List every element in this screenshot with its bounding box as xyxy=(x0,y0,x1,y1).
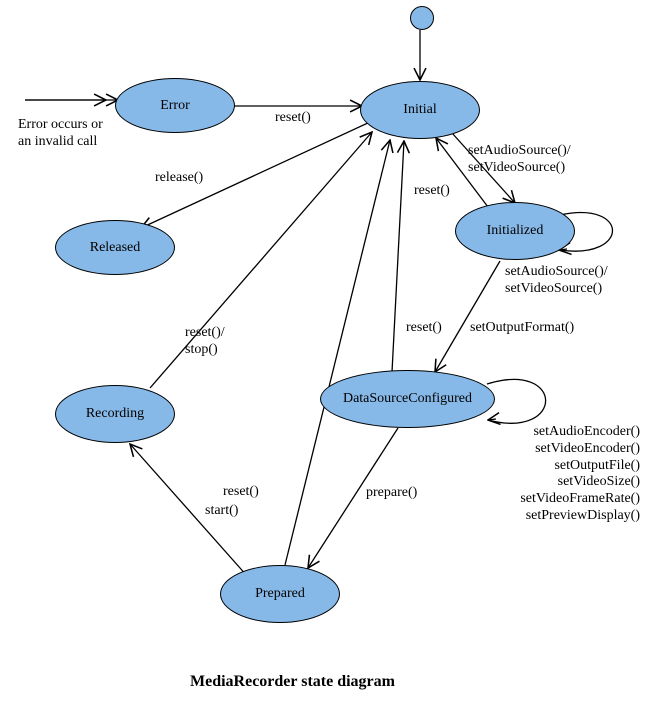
state-prepared: Prepared xyxy=(220,565,340,623)
label-start: start() xyxy=(205,503,238,520)
label-setsource-l2: setVideoSource() xyxy=(468,160,565,175)
state-initial-label: Initial xyxy=(403,102,436,118)
state-error: Error xyxy=(115,78,235,133)
label-ds-self-l5: setVideoFrameRate() xyxy=(520,491,640,506)
label-setsource-l1: setAudioSource()/ xyxy=(468,143,571,158)
diagram-title: MediaRecorder state diagram xyxy=(190,673,395,691)
label-release: release() xyxy=(155,170,203,187)
state-datasource-label: DataSourceConfigured xyxy=(343,391,472,407)
label-reset-stop: reset()/ stop() xyxy=(185,325,225,359)
state-released-label: Released xyxy=(90,240,141,256)
label-setsource-initial-initialized: setAudioSource()/ setVideoSource() xyxy=(468,143,571,177)
error-caption-line2: an invalid call xyxy=(18,134,97,149)
label-ds-self-l1: setAudioEncoder() xyxy=(533,424,640,439)
state-error-label: Error xyxy=(160,98,190,114)
state-datasource: DataSourceConfigured xyxy=(320,370,495,428)
label-ds-self-l4: setVideoSize() xyxy=(558,474,640,489)
state-prepared-label: Prepared xyxy=(255,586,305,602)
label-reset-initialized-initial: reset() xyxy=(414,183,450,200)
state-initialized-label: Initialized xyxy=(487,223,544,239)
label-reset-ds-initial: reset() xyxy=(406,320,442,337)
error-caption-line1: Error occurs or xyxy=(18,117,103,132)
state-initial: Initial xyxy=(360,81,480,139)
label-ds-self-l2: setVideoEncoder() xyxy=(535,441,640,456)
label-initialized-self-l1: setAudioSource()/ xyxy=(505,264,608,279)
label-reset-stop-l1: reset()/ xyxy=(185,325,225,340)
label-ds-selfloop: setAudioEncoder() setVideoEncoder() setO… xyxy=(505,424,640,525)
label-ds-self-l6: setPreviewDisplay() xyxy=(526,508,640,523)
state-recording-label: Recording xyxy=(86,406,144,422)
state-diagram: Error Initial Released Initialized DataS… xyxy=(0,0,650,721)
label-initialized-selfloop: setAudioSource()/ setVideoSource() xyxy=(505,264,608,298)
label-setoutputformat: setOutputFormat() xyxy=(470,320,574,337)
state-recording: Recording xyxy=(55,385,175,443)
state-released: Released xyxy=(55,220,175,275)
label-reset-prepared-initial: reset() xyxy=(223,484,259,501)
state-initialized: Initialized xyxy=(455,202,575,260)
label-prepare: prepare() xyxy=(366,485,417,502)
start-state-icon xyxy=(410,6,434,30)
label-ds-self-l3: setOutputFile() xyxy=(554,458,640,473)
label-reset-stop-l2: stop() xyxy=(185,342,218,357)
label-initialized-self-l2: setVideoSource() xyxy=(505,281,602,296)
error-caption: Error occurs or an invalid call xyxy=(18,117,103,151)
label-reset-error-initial: reset() xyxy=(275,110,311,127)
